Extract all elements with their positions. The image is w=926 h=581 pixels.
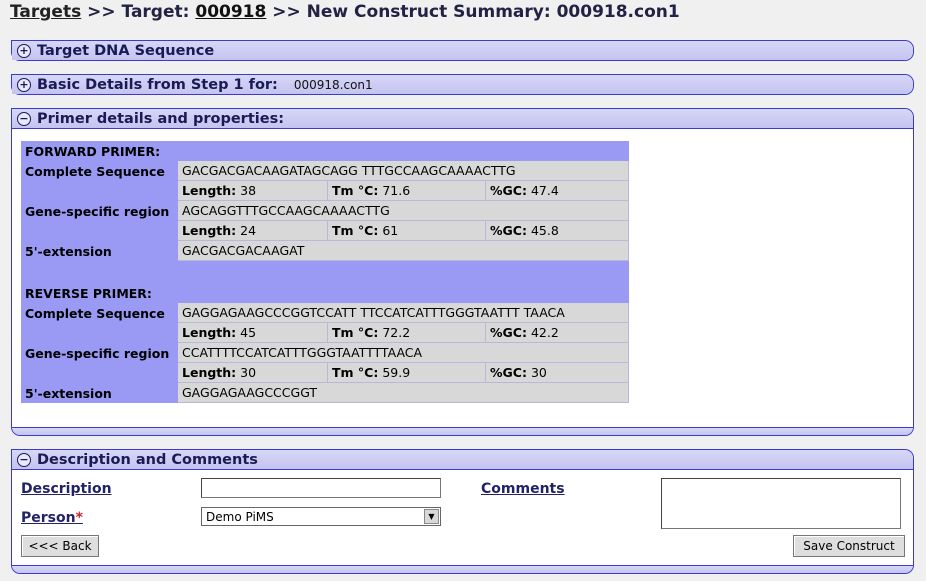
length-label: Length:	[182, 183, 237, 198]
reverse-extension: GAGGAGAAGCCCGGT	[178, 383, 629, 403]
primer-table: FORWARD PRIMER: Complete Sequence GACGAC…	[21, 141, 629, 403]
length-value: 30	[240, 365, 257, 380]
forward-gene-tm: Tm °C: 61	[328, 221, 486, 241]
gc-label: %GC:	[490, 223, 527, 238]
length-value: 38	[240, 183, 257, 198]
extension-label: 5'-extension	[25, 385, 112, 401]
target-id-link[interactable]: 000918	[195, 2, 266, 22]
reverse-gene-tm: Tm °C: 59.9	[328, 363, 486, 383]
reverse-complete-sequence: GAGGAGAAGCCCGGTCCATT TTCCATCATTTGGGTAATT…	[178, 303, 629, 323]
target-dna-panel: + Target DNA Sequence	[11, 40, 914, 61]
forward-gene-sequence: AGCAGGTTTGCCAAGCAAAACTTG	[178, 201, 629, 221]
tm-value: 61	[382, 223, 399, 238]
gene-specific-label: Gene-specific region	[25, 203, 170, 219]
basic-details-panel: + Basic Details from Step 1 for: 000918.…	[11, 74, 914, 95]
primer-panel: − Primer details and properties: FORWARD…	[11, 108, 914, 436]
reverse-complete-length: Length: 45	[178, 323, 328, 343]
gc-value: 30	[530, 365, 547, 380]
comments-label[interactable]: Comments	[481, 481, 565, 497]
complete-sequence-label: Complete Sequence	[25, 305, 165, 321]
complete-sequence-label: Complete Sequence	[25, 163, 165, 179]
forward-complete-tm: Tm °C: 71.6	[328, 181, 486, 201]
tm-label: Tm °C:	[332, 183, 379, 198]
tm-label: Tm °C:	[332, 223, 379, 238]
expand-icon[interactable]: +	[17, 77, 31, 92]
description-input[interactable]	[201, 478, 441, 498]
gc-value: 42.2	[530, 325, 559, 340]
gc-label: %GC:	[490, 325, 527, 340]
person-select-value: Demo PiMS	[206, 509, 274, 524]
expand-icon[interactable]: +	[17, 43, 31, 58]
extension-label: 5'-extension	[25, 243, 112, 259]
gc-value: 47.4	[530, 183, 559, 198]
forward-heading: FORWARD PRIMER:	[25, 143, 161, 159]
collapse-icon[interactable]: −	[17, 452, 31, 467]
collapse-icon[interactable]: −	[17, 111, 31, 126]
length-value: 45	[240, 325, 257, 340]
gc-value: 45.8	[530, 223, 559, 238]
basic-details-header[interactable]: + Basic Details from Step 1 for: 000918.…	[12, 75, 913, 94]
length-label: Length:	[182, 365, 237, 380]
primer-header[interactable]: − Primer details and properties:	[12, 109, 913, 129]
tm-value: 72.2	[382, 325, 411, 340]
breadcrumb-separator: >> Target:	[81, 2, 196, 22]
length-value: 24	[240, 223, 257, 238]
gc-label: %GC:	[490, 365, 527, 380]
forward-complete-length: Length: 38	[178, 181, 328, 201]
target-dna-header[interactable]: + Target DNA Sequence	[12, 41, 913, 60]
target-dna-title: Target DNA Sequence	[37, 42, 215, 59]
reverse-gene-gc: %GC: 30	[486, 363, 629, 383]
primer-title: Primer details and properties:	[37, 110, 284, 127]
breadcrumb: Targets >> Target: 000918 >> New Constru…	[10, 2, 920, 26]
chevron-down-icon[interactable]: ▼	[424, 509, 439, 524]
description-panel: − Description and Comments Description C…	[11, 449, 914, 574]
description-panel-footer	[12, 565, 913, 573]
targets-link[interactable]: Targets	[10, 2, 81, 22]
reverse-gene-length: Length: 30	[178, 363, 328, 383]
page-title: >> New Construct Summary: 000918.con1	[266, 2, 680, 22]
tm-value: 59.9	[382, 365, 411, 380]
length-label: Length:	[182, 223, 237, 238]
description-label[interactable]: Description	[21, 481, 112, 497]
description-header[interactable]: − Description and Comments	[12, 450, 913, 470]
person-label[interactable]: Person*	[21, 510, 83, 526]
basic-details-title: Basic Details from Step 1 for:	[37, 76, 278, 93]
tm-value: 71.6	[382, 183, 411, 198]
forward-extension: GACGACGACAAGAT	[178, 241, 629, 261]
construct-id: 000918.con1	[293, 77, 373, 92]
forward-complete-sequence: GACGACGACAAGATAGCAGG TTTGCCAAGCAAAACTTG	[178, 161, 629, 181]
back-button[interactable]: <<< Back	[21, 535, 99, 557]
forward-complete-gc: %GC: 47.4	[486, 181, 629, 201]
gene-specific-label: Gene-specific region	[25, 345, 170, 361]
primer-panel-footer	[12, 427, 913, 435]
comments-textarea[interactable]	[661, 478, 901, 529]
reverse-complete-gc: %GC: 42.2	[486, 323, 629, 343]
reverse-heading: REVERSE PRIMER:	[25, 285, 152, 301]
description-title: Description and Comments	[37, 451, 258, 468]
reverse-complete-tm: Tm °C: 72.2	[328, 323, 486, 343]
save-construct-button[interactable]: Save Construct	[793, 535, 905, 557]
person-select[interactable]: Demo PiMS ▼	[201, 507, 441, 526]
length-label: Length:	[182, 325, 237, 340]
person-label-text: Person	[21, 510, 76, 526]
forward-gene-gc: %GC: 45.8	[486, 221, 629, 241]
required-marker: *	[75, 510, 83, 526]
gc-label: %GC:	[490, 183, 527, 198]
reverse-gene-sequence: CCATTTTCCATCATTTGGGTAATTTTAACA	[178, 343, 629, 363]
tm-label: Tm °C:	[332, 325, 379, 340]
forward-gene-length: Length: 24	[178, 221, 328, 241]
tm-label: Tm °C:	[332, 365, 379, 380]
